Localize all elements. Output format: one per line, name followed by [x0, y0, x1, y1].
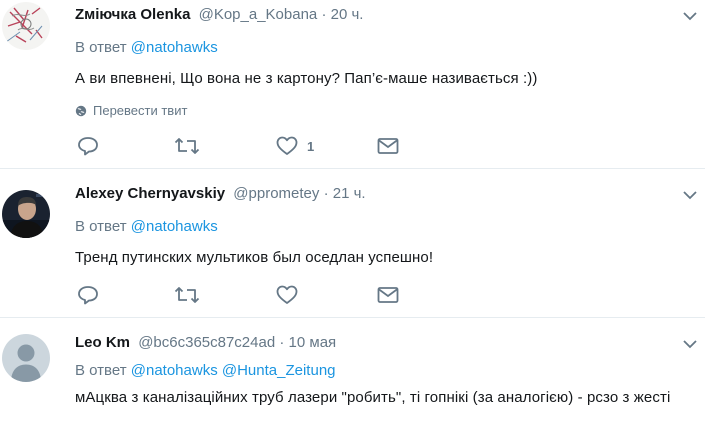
heart-icon: [276, 285, 298, 304]
reply-prefix: В ответ: [75, 39, 127, 56]
separator: ·: [279, 334, 285, 351]
separator: ·: [323, 185, 329, 202]
tweet-text: Тренд путинских мультиков был оседлан ус…: [75, 249, 434, 266]
retweet-icon: [174, 287, 200, 303]
reply-context: В ответ @natohawks: [75, 38, 695, 58]
reply-button[interactable]: [77, 135, 99, 157]
like-button[interactable]: 1: [276, 135, 314, 157]
retweet-icon: [174, 138, 200, 154]
direct-message-button[interactable]: [377, 135, 399, 157]
timestamp[interactable]: 21 ч.: [333, 185, 366, 202]
retweet-button[interactable]: [174, 135, 200, 157]
reply-context: В ответ @natohawks @Hunta_Zeitung: [75, 361, 695, 381]
avatar[interactable]: [2, 2, 50, 50]
direct-message-button[interactable]: [377, 284, 399, 306]
mention-link[interactable]: @Hunta_Zeitung: [222, 362, 336, 379]
tweet-header: Zміючка Olenka @Kop_a_Kobana · 20 ч.: [75, 5, 695, 25]
mention-link[interactable]: @natohawks: [131, 39, 218, 56]
tweet-header: Leo Km @bc6c365c87c24ad · 10 мая: [75, 333, 695, 353]
reply-context: В ответ @natohawks: [75, 217, 695, 237]
username[interactable]: @Kop_a_Kobana: [199, 6, 318, 23]
reply-icon: [78, 286, 98, 305]
retweet-button[interactable]: [174, 284, 200, 306]
tweet-actions: 1: [77, 135, 417, 157]
reply-icon: [78, 137, 98, 156]
heart-icon: [276, 136, 298, 155]
tweet[interactable]: Zміючка Olenka @Kop_a_Kobana · 20 ч. В о…: [0, 0, 705, 169]
display-name[interactable]: Zміючка Olenka: [75, 6, 190, 23]
chevron-down-icon[interactable]: [683, 339, 697, 349]
chevron-down-icon[interactable]: [683, 11, 697, 21]
envelope-icon: [377, 287, 399, 303]
display-name[interactable]: Alexey Chernyavskiy: [75, 185, 225, 202]
username[interactable]: @bc6c365c87c24ad: [138, 334, 275, 351]
chevron-down-icon[interactable]: [683, 190, 697, 200]
reply-prefix: В ответ: [75, 362, 127, 379]
tweet[interactable]: Alexey Chernyavskiy @pprometey · 21 ч. В…: [0, 169, 705, 318]
like-count: 1: [307, 138, 315, 154]
like-button[interactable]: [276, 284, 298, 306]
reply-button[interactable]: [77, 284, 99, 306]
translate-label: Перевести твит: [93, 103, 188, 118]
username[interactable]: @pprometey: [233, 185, 319, 202]
tweet-text: А ви впевнені, Що вона не з картону? Пап…: [75, 70, 538, 87]
translate-tweet-link[interactable]: Перевести твит: [75, 103, 695, 119]
envelope-icon: [377, 138, 399, 154]
globe-icon: [75, 105, 87, 117]
mention-link[interactable]: @natohawks: [131, 362, 218, 379]
default-avatar-icon: [2, 334, 50, 382]
avatar[interactable]: [2, 190, 50, 238]
tweet-header: Alexey Chernyavskiy @pprometey · 21 ч.: [75, 184, 695, 204]
timestamp[interactable]: 20 ч.: [331, 6, 364, 23]
display-name[interactable]: Leo Km: [75, 334, 130, 351]
tweet-actions: [77, 284, 417, 306]
reply-prefix: В ответ: [75, 218, 127, 235]
mention-link[interactable]: @natohawks: [131, 218, 218, 235]
separator: ·: [321, 6, 327, 23]
tweet[interactable]: Leo Km @bc6c365c87c24ad · 10 мая В ответ…: [0, 318, 705, 446]
avatar[interactable]: [2, 334, 50, 382]
timestamp[interactable]: 10 мая: [289, 334, 337, 351]
tweet-text: мАцква з каналізаційних труб лазери "роб…: [75, 389, 671, 406]
